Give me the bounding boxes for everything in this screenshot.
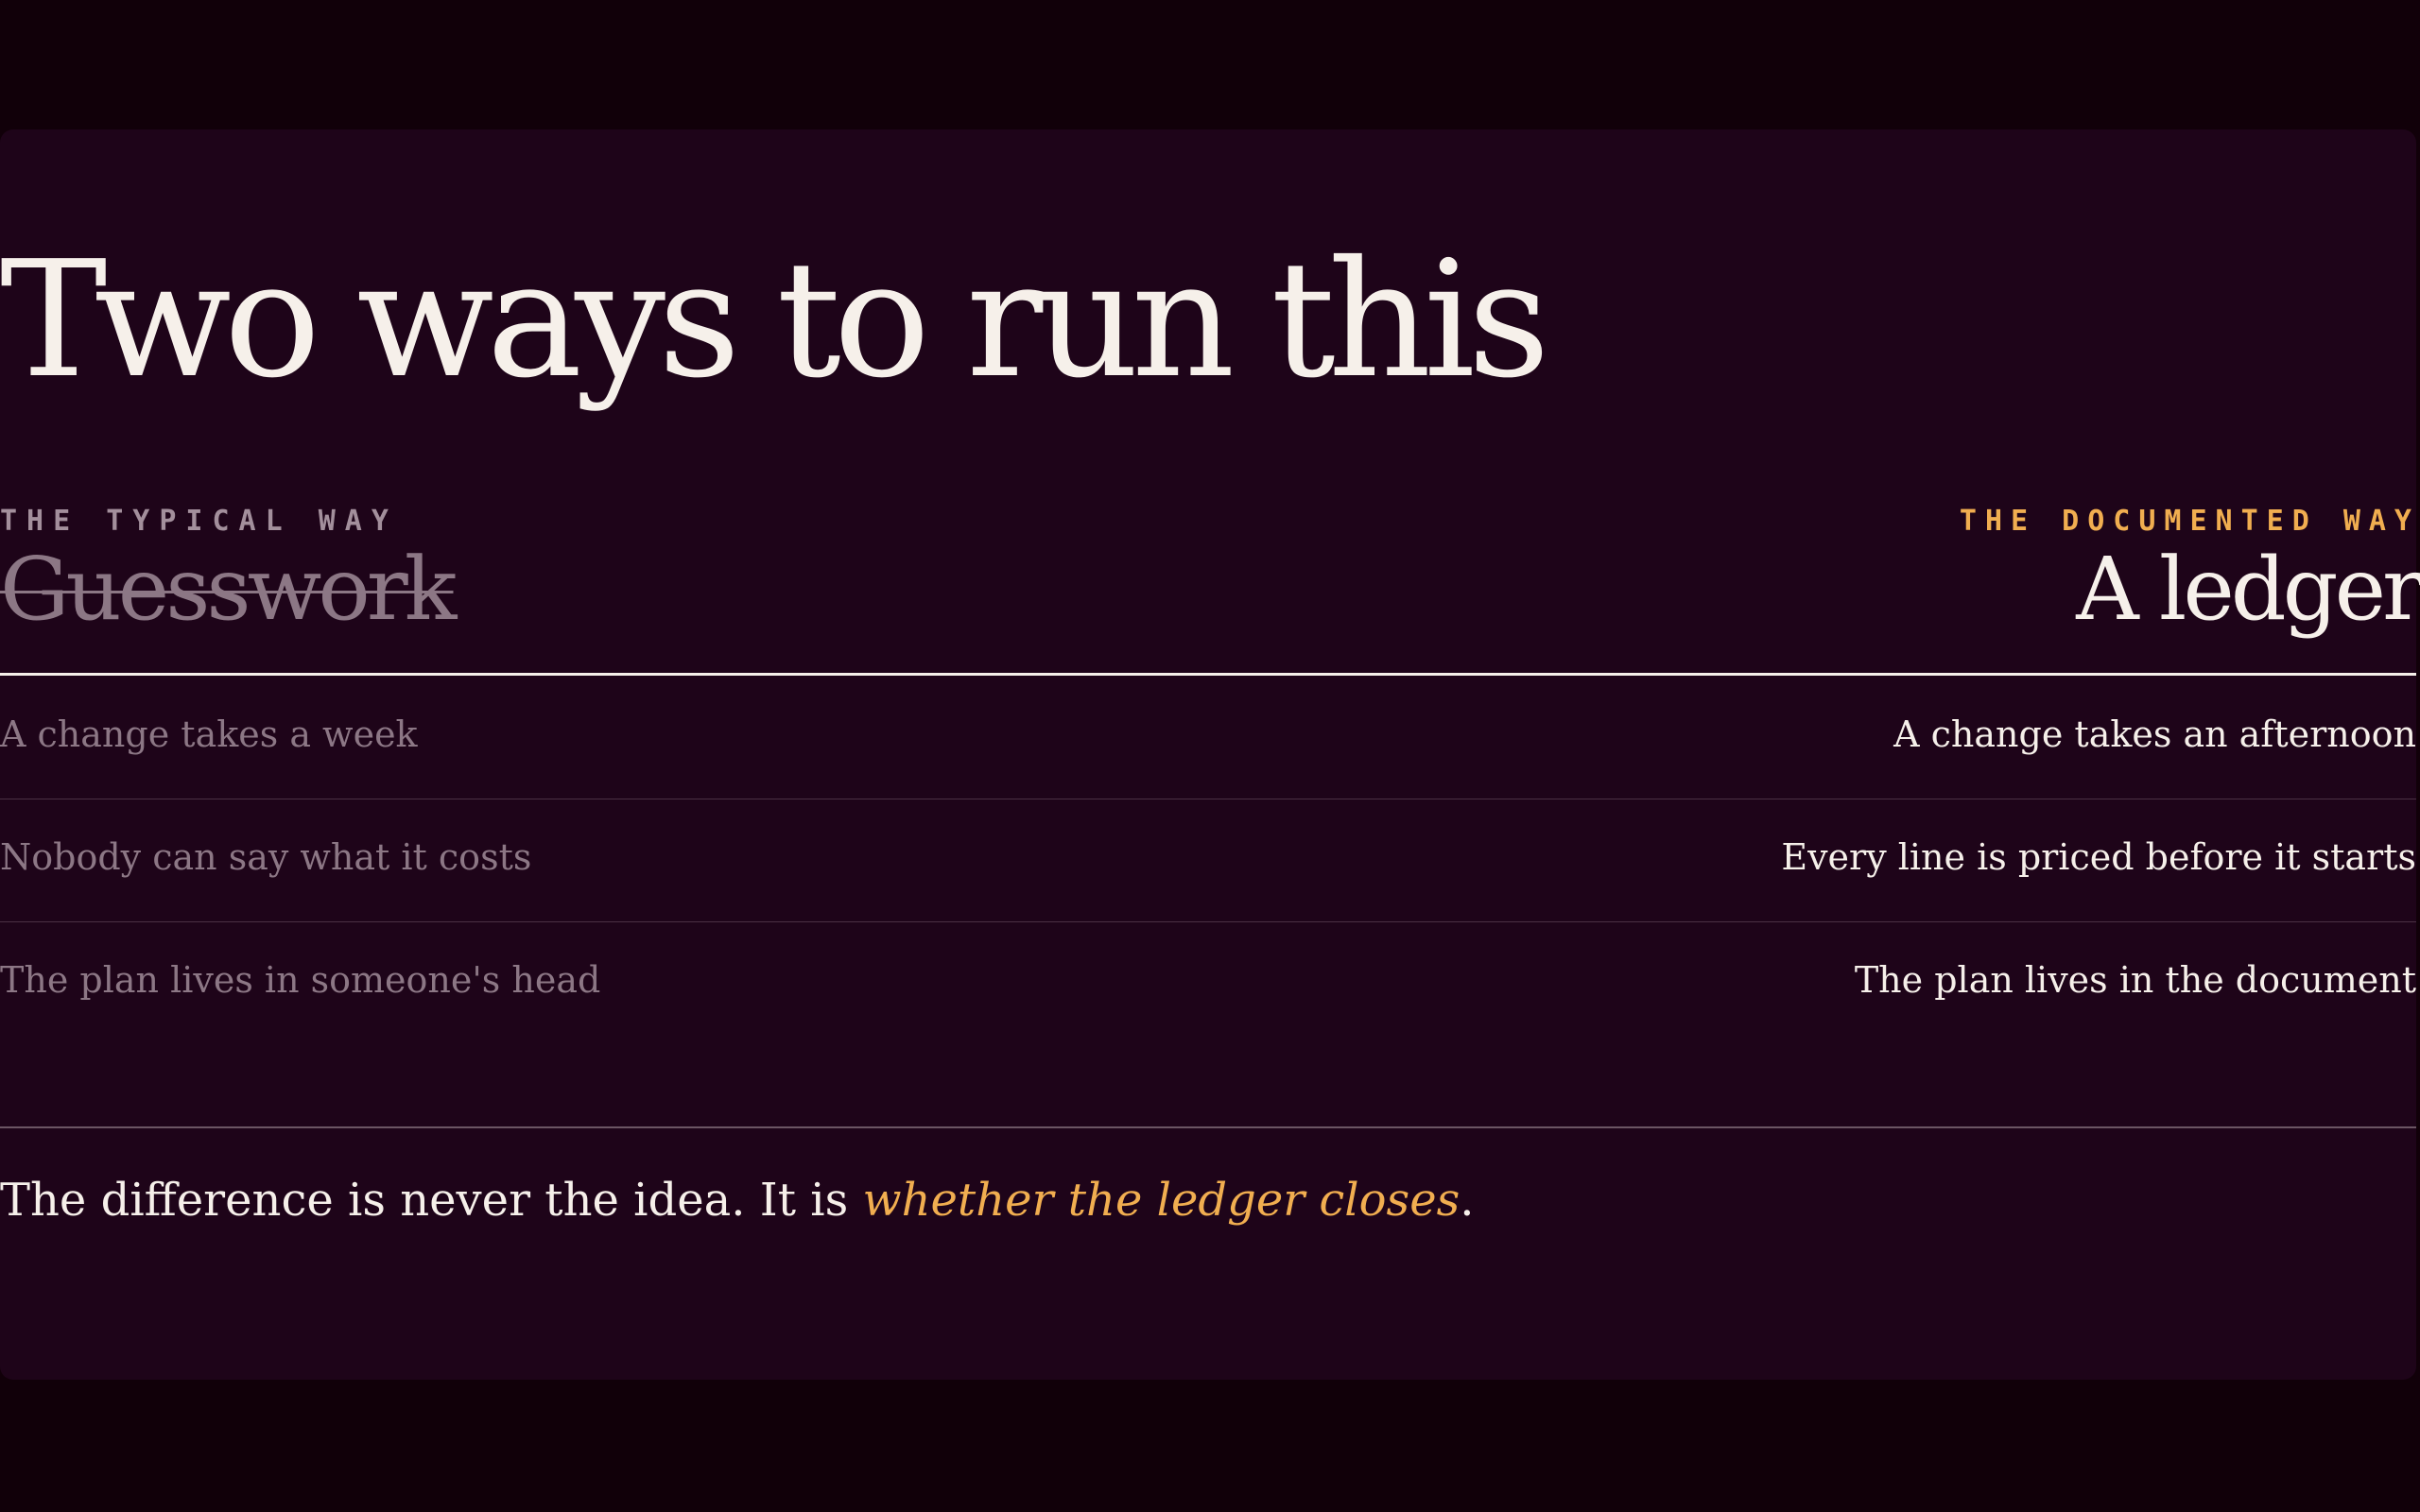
documented-way-eyebrow: THE DOCUMENTED WAY	[1959, 505, 2420, 538]
documented-way-title: A ledger	[2076, 539, 2420, 640]
closing-statement-emphasis: whether the ledger closes	[862, 1174, 1461, 1227]
comparison-row: The plan lives in someone's head The pla…	[0, 922, 2416, 1045]
typical-way-item: A change takes a week	[0, 713, 418, 755]
documented-way-item: A change takes an afternoon	[1893, 713, 2416, 755]
footer-divider	[0, 1126, 2416, 1128]
documented-way-item: The plan lives in the document	[1854, 959, 2416, 1001]
typical-way-item: The plan lives in someone's head	[0, 959, 601, 1001]
typical-way-eyebrow: THE TYPICAL WAY	[0, 505, 398, 538]
header-divider	[0, 673, 2416, 676]
page-title: Two ways to run this	[0, 227, 1550, 414]
comparison-row: A change takes a week A change takes an …	[0, 677, 2416, 799]
closing-statement-end: .	[1460, 1174, 1475, 1227]
typical-way-title: Guesswork	[0, 539, 457, 640]
documented-way-item: Every line is priced before it starts	[1781, 836, 2416, 878]
comparison-row: Nobody can say what it costs Every line …	[0, 799, 2416, 922]
closing-statement-lead: The difference is never the idea. It is	[0, 1174, 863, 1227]
closing-statement: The difference is never the idea. It is …	[0, 1170, 1475, 1230]
typical-way-item: Nobody can say what it costs	[0, 836, 532, 878]
